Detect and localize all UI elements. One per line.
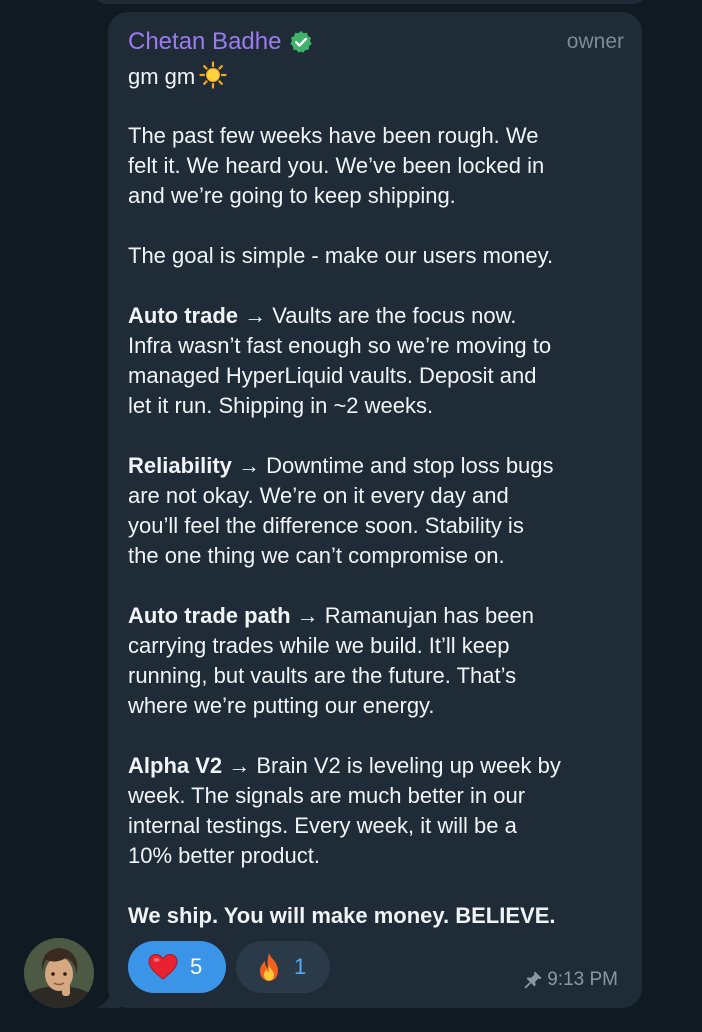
text-line: Alpha V2 → Brain V2 is leveling up week … — [128, 751, 622, 781]
reaction-heart[interactable]: 5 — [128, 941, 226, 993]
author: Chetan Badhe — [128, 28, 313, 56]
text-line: and we’re going to keep shipping. — [128, 181, 622, 211]
previous-message-bubble-edge — [90, 0, 650, 4]
message-header: Chetan Badhe owner — [128, 27, 624, 57]
line-text: managed HyperLiquid vaults. Deposit and — [128, 363, 537, 388]
line-text: let it run. Shipping in ~2 weeks. — [128, 393, 434, 418]
text-line: are not okay. We’re on it every day and — [128, 481, 622, 511]
text-line: where we’re putting our energy. — [128, 691, 622, 721]
text-line: carrying trades while we build. It’ll ke… — [128, 631, 622, 661]
role-label: owner — [566, 30, 624, 53]
bold-heading: Auto trade — [128, 303, 238, 328]
line-text: the one thing we can’t compromise on. — [128, 543, 505, 568]
text-line: Auto trade path → Ramanujan has been — [128, 601, 622, 631]
line-text: The past few weeks have been rough. We — [128, 123, 539, 148]
line-text: → Vaults are the focus now. — [238, 303, 517, 328]
bold-heading: We ship. You will make money. BELIEVE. — [128, 903, 556, 928]
text-line: Infra wasn’t fast enough so we’re moving… — [128, 331, 622, 361]
author-name[interactable]: Chetan Badhe — [128, 28, 281, 56]
reaction-heart-count: 5 — [190, 954, 203, 979]
line-text: The goal is simple - make our users mone… — [128, 243, 554, 268]
line-text: and we’re going to keep shipping. — [128, 183, 456, 208]
reaction-fire[interactable]: 1 — [236, 941, 330, 993]
bold-heading: Auto trade path — [128, 603, 291, 628]
text-line: running, but vaults are the future. That… — [128, 661, 622, 691]
text-line: let it run. Shipping in ~2 weeks. — [128, 391, 622, 421]
text-line: Reliability → Downtime and stop loss bug… — [128, 451, 622, 481]
text-line: week. The signals are much better in our — [128, 781, 622, 811]
text-line: the one thing we can’t compromise on. — [128, 541, 622, 571]
message-meta: 9:13 PM — [523, 969, 618, 991]
line-text: gm gm — [128, 64, 196, 89]
text-line: managed HyperLiquid vaults. Deposit and — [128, 361, 622, 391]
text-line: The goal is simple - make our users mone… — [128, 241, 622, 271]
message-bubble[interactable]: Chetan Badhe owner gm gm The past few wee… — [108, 12, 642, 1008]
line-text: where we’re putting our energy. — [128, 693, 435, 718]
text-line: The past few weeks have been rough. We — [128, 121, 622, 151]
fire-icon — [260, 953, 278, 981]
line-text: → Downtime and stop loss bugs — [231, 453, 554, 478]
verified-badge-icon — [290, 31, 313, 53]
text-line: 10% better product. — [128, 841, 622, 871]
message-time: 9:13 PM — [547, 969, 618, 990]
pin-icon — [524, 971, 542, 989]
message-footer: 5 1 9:13 PM — [128, 941, 622, 993]
line-text: running, but vaults are the future. That… — [128, 663, 517, 688]
line-text: are not okay. We’re on it every day and — [128, 483, 509, 508]
avatar-illustration — [24, 938, 94, 1008]
line-text: internal testings. Every week, it will b… — [128, 813, 517, 838]
text-line: you’ll feel the difference soon. Stabili… — [128, 511, 622, 541]
line-text: you’ll feel the difference soon. Stabili… — [128, 513, 524, 538]
avatar[interactable] — [24, 938, 94, 1008]
text-line: gm gm — [128, 61, 622, 91]
line-text: Infra wasn’t fast enough so we’re moving… — [128, 333, 552, 358]
bold-heading: Alpha V2 — [128, 753, 223, 778]
line-text: → Ramanujan has been — [290, 603, 534, 628]
text-line: internal testings. Every week, it will b… — [128, 811, 622, 841]
reaction-fire-count: 1 — [294, 954, 307, 979]
bold-heading: Reliability — [128, 453, 232, 478]
line-text: carrying trades while we build. It’ll ke… — [128, 633, 510, 658]
text-line: We ship. You will make money. BELIEVE. — [128, 901, 622, 931]
text-line: Auto trade → Vaults are the focus now. — [128, 301, 622, 331]
text-line: felt it. We heard you. We’ve been locked… — [128, 151, 622, 181]
line-text: week. The signals are much better in our — [128, 783, 526, 808]
message-text: gm gm The past few weeks have been rough.… — [128, 61, 622, 931]
line-text: 10% better product. — [128, 843, 321, 868]
heart-icon — [148, 953, 178, 980]
line-text: → Brain V2 is leveling up week by — [222, 753, 561, 778]
sun-icon — [199, 61, 227, 89]
line-text: felt it. We heard you. We’ve been locked… — [128, 153, 545, 178]
